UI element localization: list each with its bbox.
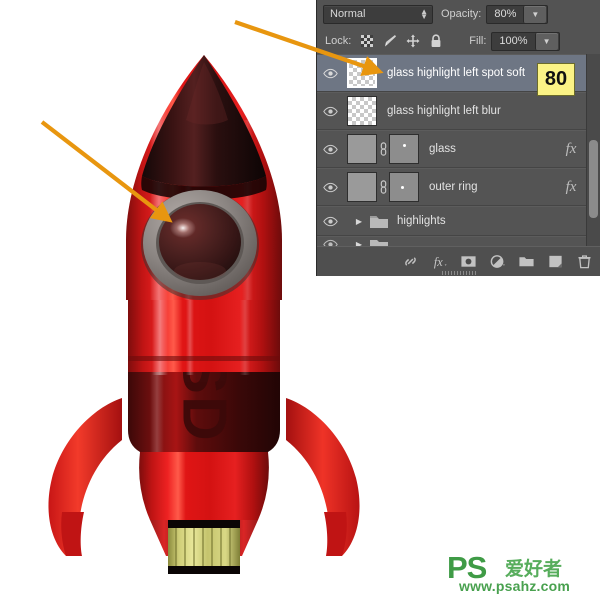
folder-icon [370, 215, 388, 228]
layer-mask-thumbnail[interactable] [389, 172, 419, 202]
group-expand-triangle-icon[interactable]: ▶ [351, 217, 367, 226]
eye-icon [322, 106, 338, 116]
layer-visibility-toggle[interactable] [317, 239, 343, 246]
lock-options-row: Lock: Fill: 100% ▼ [317, 28, 600, 54]
opacity-field[interactable]: 80% ▼ [486, 4, 549, 24]
layer-thumbnail[interactable] [347, 96, 377, 126]
layer-row-outer-ring[interactable]: outer ring fx ▼ [317, 168, 600, 206]
layer-row-glass-highlight-left-blur[interactable]: glass highlight left blur [317, 92, 600, 130]
blend-options-row: Normal ▲ ▼ Opacity: 80% ▼ [317, 0, 600, 28]
lock-transparent-pixels-icon[interactable] [360, 34, 374, 48]
eye-icon [322, 182, 338, 192]
add-layer-mask-icon[interactable] [460, 253, 477, 270]
layer-visibility-toggle[interactable] [317, 182, 343, 193]
glass-highlight-left-spot [170, 218, 196, 238]
rocket-nozzle [168, 520, 240, 574]
eye-icon [322, 144, 338, 154]
add-layer-style-icon[interactable]: fx [431, 253, 448, 270]
layer-name[interactable]: glass [429, 143, 556, 155]
panel-resize-grip[interactable] [442, 271, 476, 275]
folder-icon [370, 239, 388, 246]
layers-panel[interactable]: Normal ▲ ▼ Opacity: 80% ▼ Lock: Fill: 10… [316, 0, 600, 276]
layer-effects-icon[interactable]: fx [556, 141, 586, 158]
link-mask-icon[interactable] [377, 180, 389, 194]
new-adjustment-layer-icon[interactable] [489, 253, 506, 270]
layer-thumbnail[interactable] [347, 134, 377, 164]
chain-link-icon [380, 180, 386, 194]
link-layers-icon[interactable] [402, 253, 419, 270]
new-layer-icon[interactable] [547, 253, 564, 270]
layer-visibility-toggle[interactable] [317, 144, 343, 155]
layer-mask-thumbnail[interactable] [389, 134, 419, 164]
layer-effects-icon[interactable]: fx [556, 179, 586, 196]
chain-link-icon [380, 142, 386, 156]
layer-visibility-toggle[interactable] [317, 106, 343, 117]
rocket-porthole [141, 190, 259, 300]
blend-mode-value: Normal [330, 8, 366, 20]
fill-dropdown-icon[interactable]: ▼ [534, 32, 558, 50]
layer-visibility-toggle[interactable] [317, 68, 343, 79]
new-group-icon[interactable] [518, 253, 535, 270]
layer-thumbnail[interactable] [347, 172, 377, 202]
layer-name[interactable]: outer ring [429, 181, 556, 193]
scrollbar-thumb[interactable] [589, 140, 598, 218]
link-mask-icon[interactable] [377, 142, 389, 156]
site-watermark: PS 爱好者 www.psahz.com [447, 550, 595, 596]
opacity-label: Opacity: [441, 8, 482, 20]
rocket-skirt [139, 452, 269, 520]
layer-thumbnail[interactable] [347, 58, 377, 88]
layer-row-highlights-group[interactable]: ▶ highlights [317, 206, 600, 236]
eye-icon [322, 239, 338, 246]
opacity-value: 80% [494, 8, 517, 20]
lock-image-pixels-icon[interactable] [383, 34, 397, 48]
layer-row-partial[interactable]: ▶ [317, 236, 600, 246]
watermark-brand-cn: 爱好者 [505, 558, 563, 580]
fill-value: 100% [499, 35, 528, 47]
svg-text:fx: fx [434, 255, 443, 269]
opacity-callout-badge: 80 [537, 63, 575, 96]
fill-label: Fill: [469, 35, 487, 47]
layer-name[interactable]: glass highlight left blur [387, 105, 600, 117]
layer-visibility-toggle[interactable] [317, 216, 343, 227]
blend-mode-select[interactable]: Normal ▲ ▼ [323, 4, 433, 24]
eye-icon [322, 216, 338, 226]
lock-label: Lock: [325, 35, 352, 47]
eye-icon [322, 68, 338, 78]
fill-field[interactable]: 100% ▼ [491, 31, 560, 51]
lock-position-icon[interactable] [406, 34, 420, 48]
layers-panel-toolbar[interactable]: fx [317, 246, 600, 276]
opacity-dropdown-icon[interactable]: ▼ [523, 5, 547, 23]
delete-layer-icon[interactable] [576, 253, 593, 270]
layer-row-glass[interactable]: glass fx ▼ [317, 130, 600, 168]
lock-all-icon[interactable] [429, 34, 443, 48]
layer-name[interactable]: highlights [397, 215, 600, 227]
updown-chevron-icon: ▲ ▼ [420, 7, 428, 21]
watermark-url: www.psahz.com [459, 578, 570, 594]
layer-list-scrollbar[interactable] [586, 54, 600, 246]
